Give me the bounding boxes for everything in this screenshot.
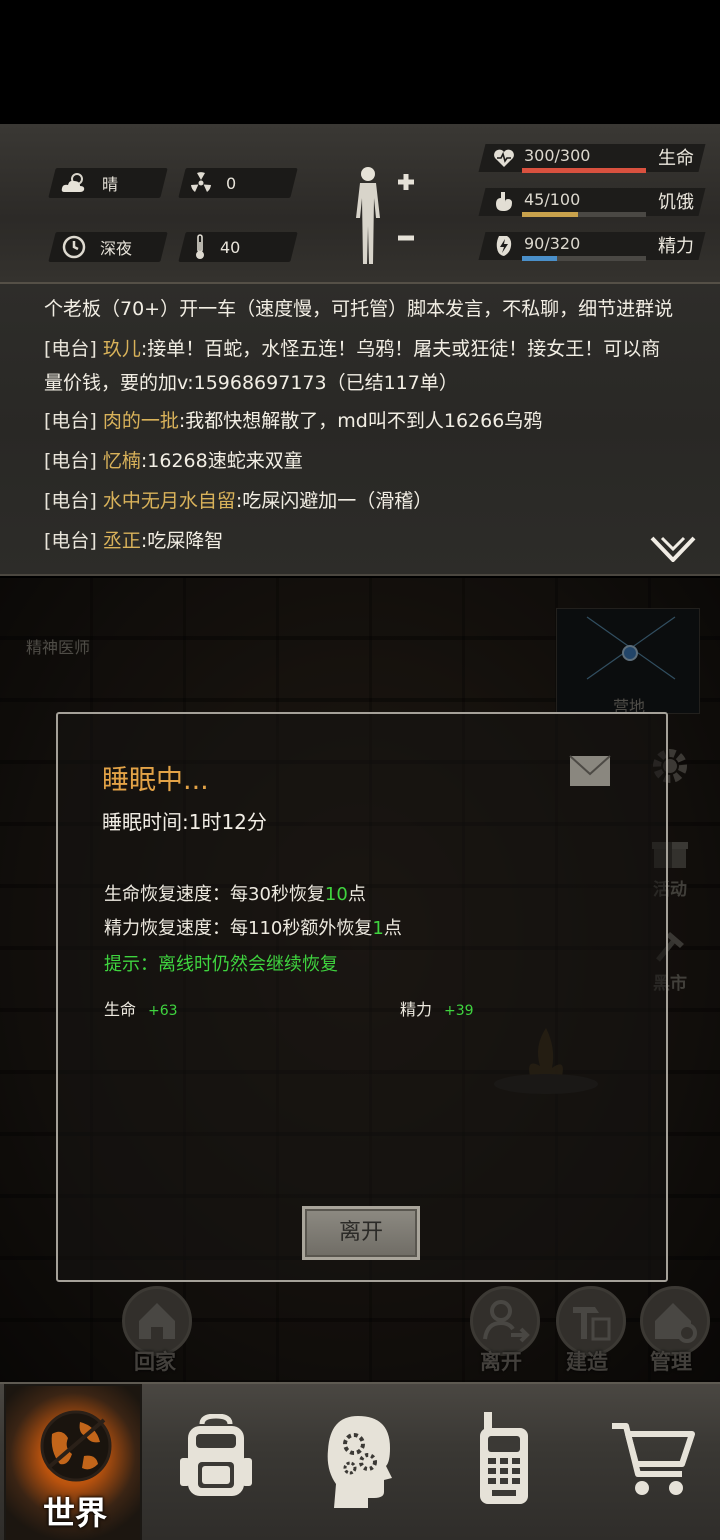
chat-collapse-chevron-icon[interactable]	[650, 536, 696, 562]
life-bar-fill	[522, 168, 646, 173]
tab-skills[interactable]	[290, 1384, 428, 1540]
chat-sender-name[interactable]: 肉的一批	[103, 410, 179, 432]
weather-indicator: 晴	[60, 168, 118, 198]
chat-panel[interactable]: 个老板（70+）开一车（速度慢，可托管）脚本发言，不私聊，细节进群说 [电台] …	[0, 284, 720, 576]
chat-message: [电台] 丞正:吃屎降智	[44, 530, 224, 552]
chat-sender-name[interactable]: 丞正	[103, 530, 141, 552]
brain-head-icon	[327, 1416, 392, 1508]
hunger-label: 饥饿	[658, 192, 694, 213]
tab-inventory[interactable]	[146, 1384, 284, 1540]
stomach-icon	[496, 192, 512, 211]
hunger-value: 45/100	[524, 190, 581, 209]
energy-stat: 90/320 精力	[478, 228, 708, 262]
mail-icon[interactable]	[568, 754, 612, 788]
energy-recovery-rate: 精力恢复速度：每110秒额外恢复1点	[104, 918, 402, 939]
thermometer-icon	[196, 234, 204, 259]
backpack-icon	[180, 1414, 252, 1496]
life-recovery-rate: 生命恢复速度：每30秒恢复10点	[104, 884, 366, 905]
offline-hint: 提示：离线时仍然会继续恢复	[104, 954, 338, 975]
body-status-figure-icon[interactable]	[348, 164, 418, 268]
chat-channel-tag: [电台]	[44, 490, 97, 512]
life-value: 300/300	[524, 146, 591, 165]
time-of-day-text: 深夜	[100, 239, 133, 258]
chat-message: [电台] 肉的一批:我都快想解散了，md叫不到人16266乌鸦	[44, 410, 543, 432]
sleep-duration: 睡眠时间:1时12分	[102, 810, 267, 834]
walkie-talkie-icon	[480, 1412, 528, 1504]
chat-message-continuation: 量价钱，要的加v:15968697173（已结117单）	[44, 372, 458, 394]
radiation-indicator: 0	[190, 168, 236, 198]
heart-icon	[494, 149, 514, 167]
chat-sender-name[interactable]: 水中无月水自留	[103, 490, 236, 512]
status-panel: 晴 0 深夜 40 300/300 生命 45/100 饥饿 90/320 精力	[0, 124, 720, 284]
tab-radio[interactable]	[434, 1384, 572, 1540]
time-indicator: 深夜	[62, 232, 132, 262]
weather-sun-cloud-icon	[61, 173, 85, 192]
hunger-bar-fill	[522, 212, 578, 217]
life-stat: 300/300 生命	[478, 140, 708, 174]
energy-label: 精力	[658, 236, 694, 257]
chat-sender-name[interactable]: 忆楠	[103, 450, 141, 472]
weather-text: 晴	[102, 175, 119, 194]
chat-message: 个老板（70+）开一车（速度慢，可托管）脚本发言，不私聊，细节进群说	[44, 298, 674, 320]
globe-icon	[40, 1410, 112, 1482]
energy-gain: 精力 +39	[400, 1000, 474, 1019]
chat-sender-name[interactable]: 玖儿	[103, 338, 141, 360]
dialog-title: 睡眠中...	[102, 765, 209, 796]
chat-channel-tag: [电台]	[44, 530, 97, 552]
radiation-icon	[191, 172, 211, 192]
tab-shop[interactable]	[578, 1384, 716, 1540]
chat-channel-tag: [电台]	[44, 338, 97, 360]
temperature-value: 40	[220, 237, 241, 257]
chat-message: [电台] 忆楠:16268速蛇来双童	[44, 450, 303, 472]
radiation-value: 0	[226, 173, 237, 193]
energy-value: 90/320	[524, 234, 581, 253]
shopping-cart-icon	[612, 1423, 695, 1495]
hunger-stat: 45/100 饥饿	[478, 184, 708, 218]
chat-message: [电台] 玖儿:接单！百蛇，水怪五连！乌鸦！屠夫或狂徒！接女王！可以商	[44, 338, 661, 360]
chat-channel-tag: [电台]	[44, 410, 97, 432]
sleep-dialog: 睡眠中... 睡眠时间:1时12分 生命恢复速度：每30秒恢复10点 精力恢复速…	[56, 712, 668, 1282]
bottom-tab-bar: 世界	[0, 1382, 720, 1540]
tab-world-label: 世界	[42, 1494, 107, 1532]
temperature-indicator: 40	[194, 232, 240, 262]
chat-channel-tag: [电台]	[44, 450, 97, 472]
energy-bolt-icon	[496, 236, 512, 256]
energy-bar-fill	[522, 256, 557, 261]
tab-world[interactable]: 世界	[4, 1384, 142, 1540]
life-gain: 生命 +63	[104, 1000, 178, 1019]
life-label: 生命	[658, 148, 694, 169]
leave-button[interactable]: 离开	[302, 1206, 420, 1260]
clock-icon	[62, 235, 86, 259]
chat-message: [电台] 水中无月水自留:吃屎闪避加一（滑稽）	[44, 490, 433, 512]
